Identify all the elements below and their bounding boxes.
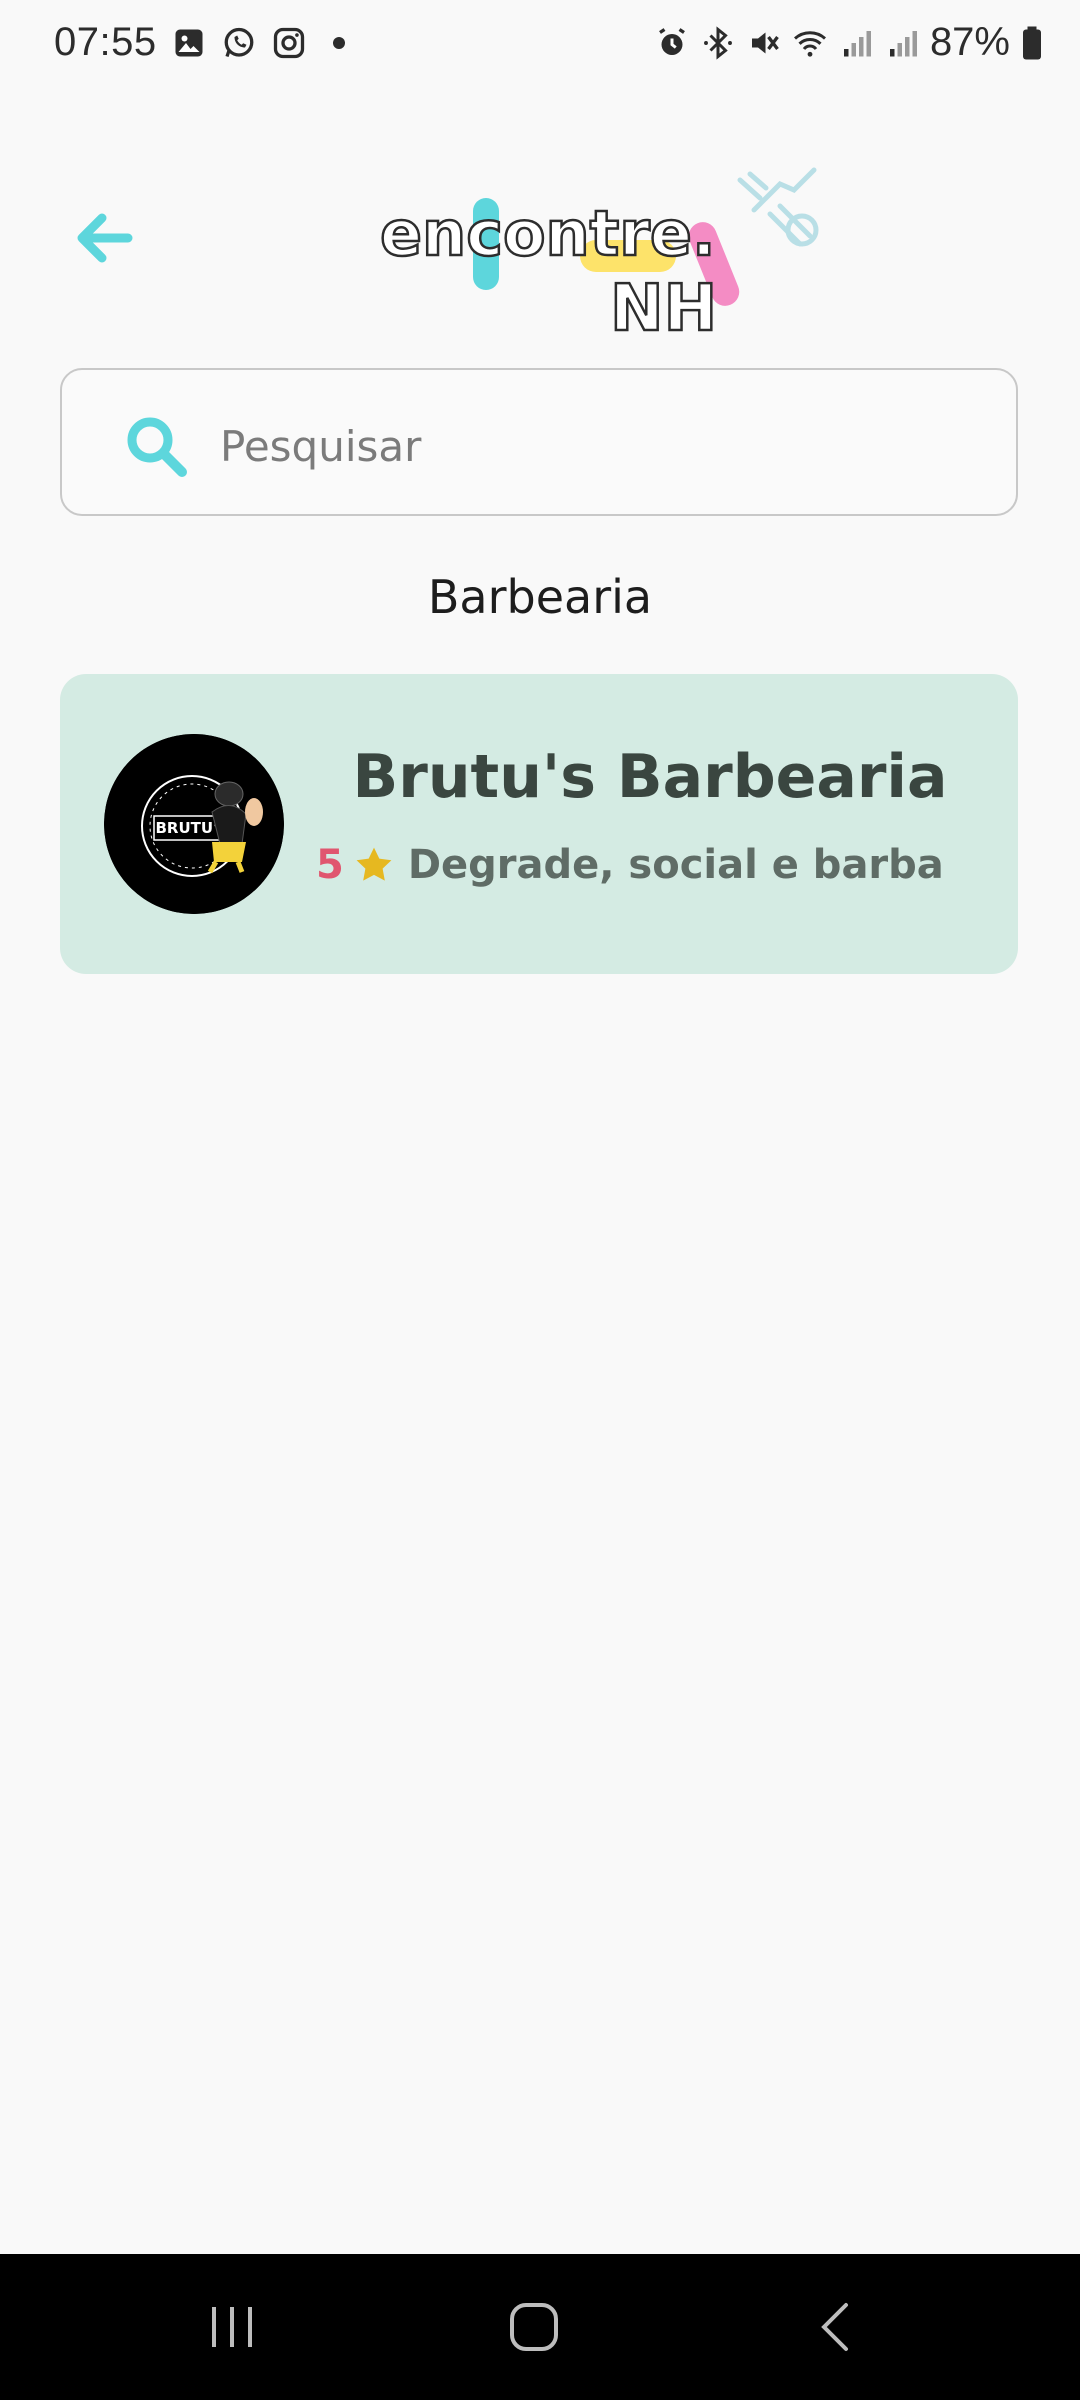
status-right: 87% [654,20,1044,65]
business-meta: 5 Degrade, social e barba [316,842,944,888]
status-bar: 07:55 87% [0,0,1080,100]
home-button[interactable] [474,2284,594,2370]
battery-icon [1023,26,1041,59]
back-button[interactable] [64,200,144,276]
status-time: 07:55 [54,20,157,64]
rating-value: 5 [316,842,344,888]
category-title: Barbearia [427,570,653,624]
home-icon [510,2303,558,2351]
instagram-icon [273,27,304,58]
signal-icon [889,30,917,56]
search-input[interactable] [218,400,982,492]
alarm-icon [659,27,685,55]
navigation-bar [0,2254,1080,2400]
business-services: Degrade, social e barba [407,842,944,888]
app-logo: encontre. NH [370,150,850,350]
wifi-icon [793,30,826,57]
logo-text-bottom: NH [610,272,717,346]
business-name: Brutu's Barbearia [352,742,948,812]
battery-percentage: 87% [929,20,1010,64]
business-avatar: BRUTU'S [104,734,284,914]
recent-apps-button[interactable] [172,2284,292,2370]
bluetooth-icon [703,25,732,60]
nav-back-icon [821,2303,848,2351]
gallery-icon [175,29,203,56]
dot-icon [332,36,345,49]
search-box[interactable] [60,368,1018,516]
star-icon [356,847,392,881]
business-card[interactable]: BRUTU'S Brutu's Barbearia 5 Degrade, soc… [60,674,1018,974]
whatsapp-icon [224,27,254,57]
status-left: 07:55 [54,20,357,65]
search-icon [127,417,187,477]
arrow-left-icon [77,213,133,263]
mute-icon [751,32,779,53]
nav-back-button[interactable] [778,2284,898,2370]
logo-text-top: encontre. [380,197,716,270]
signal-icon [843,30,871,56]
recent-apps-icon [212,2307,252,2347]
